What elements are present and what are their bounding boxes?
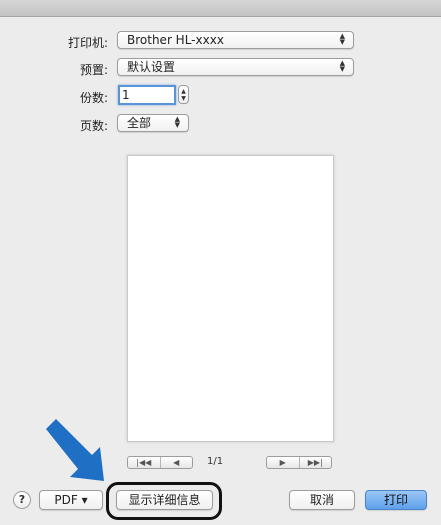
- previous-page-icon[interactable]: ◀: [159, 457, 193, 468]
- select-arrows-icon: ▲ ▼: [339, 32, 345, 46]
- copies-input[interactable]: 1: [118, 85, 176, 105]
- help-button[interactable]: ?: [13, 491, 31, 509]
- pages-value: 全部: [127, 116, 152, 130]
- printer-label: 打印机:: [67, 36, 108, 50]
- cancel-button[interactable]: 取消: [289, 490, 355, 510]
- pages-label: 页数:: [79, 119, 108, 133]
- print-button[interactable]: 打印: [365, 490, 427, 510]
- page-preview: [127, 155, 334, 442]
- copies-stepper[interactable]: ▲ ▼: [178, 85, 189, 104]
- presets-value: 默认设置: [127, 60, 176, 74]
- preview-forward-buttons[interactable]: ▶ ▶▶|: [266, 456, 332, 469]
- pages-select[interactable]: 全部 ▲ ▼: [117, 114, 189, 132]
- printer-select[interactable]: Brother HL-xxxx ▲ ▼: [117, 31, 354, 49]
- pdf-menu-button[interactable]: PDF ▾: [39, 490, 103, 510]
- select-arrows-icon: ▲ ▼: [339, 59, 345, 73]
- select-arrows-icon: ▲ ▼: [174, 115, 180, 129]
- next-page-icon[interactable]: ▶: [267, 457, 299, 468]
- annotation-highlight: [106, 482, 222, 520]
- last-page-icon[interactable]: ▶▶|: [298, 457, 332, 468]
- dialog-top-edge: [0, 0, 441, 17]
- preview-back-buttons[interactable]: |◀◀ ◀: [127, 456, 193, 469]
- annotation-arrow-icon: [46, 419, 104, 481]
- first-page-icon[interactable]: |◀◀: [128, 457, 160, 468]
- page-indicator: 1/1: [207, 456, 224, 467]
- printer-value: Brother HL-xxxx: [127, 33, 224, 47]
- presets-label: 预置:: [79, 63, 108, 77]
- copies-label: 份数:: [79, 91, 108, 105]
- presets-select[interactable]: 默认设置 ▲ ▼: [117, 58, 354, 76]
- stepper-down-icon[interactable]: ▼: [179, 96, 188, 102]
